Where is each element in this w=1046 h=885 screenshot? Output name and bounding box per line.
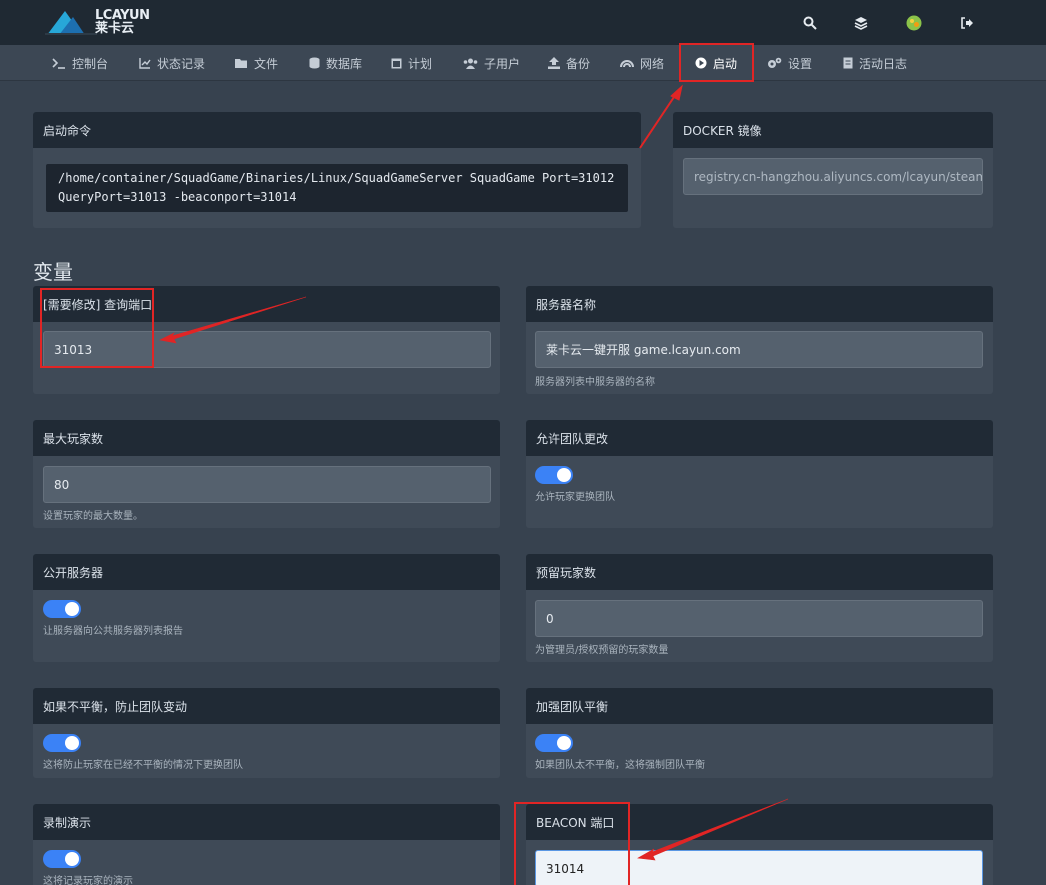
logout-icon[interactable] <box>957 13 977 33</box>
annotation-box-beacon-port <box>514 802 630 885</box>
docker-image-panel: DOCKER 镜像 registry.cn-hangzhou.aliyuncs.… <box>673 112 993 228</box>
max-players-label: 最大玩家数 <box>33 420 500 456</box>
public-server-help: 让服务器向公共服务器列表报告 <box>43 626 183 637</box>
server-name-label: 服务器名称 <box>526 286 993 322</box>
layers-icon[interactable] <box>851 13 871 33</box>
variable-server-name: 服务器名称 莱卡云一键开服 game.lcayun.com 服务器列表中服务器的… <box>526 286 993 394</box>
logo-text-cn: 莱卡云 <box>95 21 135 36</box>
allow-team-change-help: 允许玩家更换团队 <box>535 492 615 503</box>
brand-logo[interactable]: LCAYUN 莱卡云 <box>45 8 150 38</box>
tab-console[interactable]: 控制台 <box>52 45 108 81</box>
allow-team-change-toggle[interactable] <box>535 466 573 484</box>
database-icon <box>309 57 320 69</box>
variables-title: 变量 <box>33 260 73 284</box>
prevent-unbalanced-toggle[interactable] <box>43 734 81 752</box>
folder-icon <box>235 58 247 68</box>
annotation-box-startup-tab <box>679 43 754 82</box>
allow-team-change-label: 允许团队更改 <box>526 420 993 456</box>
tab-network[interactable]: 网络 <box>620 45 664 81</box>
record-demo-toggle[interactable] <box>43 850 81 868</box>
users-icon <box>463 58 478 69</box>
variable-force-balance: 加强团队平衡 如果团队太不平衡，这将强制团队平衡 <box>526 688 993 778</box>
max-players-input[interactable]: 80 <box>43 466 491 503</box>
variable-reserved-players: 预留玩家数 0 为管理员/授权预留的玩家数量 <box>526 554 993 662</box>
docker-image-field[interactable]: registry.cn-hangzhou.aliyuncs.com/lcayun… <box>683 158 983 195</box>
reserved-players-help: 为管理员/授权预留的玩家数量 <box>535 645 669 656</box>
startup-command-panel: 启动命令 /home/container/SquadGame/Binaries/… <box>33 112 641 228</box>
upload-icon <box>548 57 560 69</box>
tab-settings[interactable]: 设置 <box>767 45 812 81</box>
tab-subusers[interactable]: 子用户 <box>463 45 520 81</box>
record-demo-help: 这将记录玩家的演示 <box>43 876 133 885</box>
gears-icon <box>768 57 782 68</box>
search-icon[interactable] <box>800 13 820 33</box>
server-name-input[interactable]: 莱卡云一键开服 game.lcayun.com <box>535 331 983 368</box>
server-name-help: 服务器列表中服务器的名称 <box>535 377 655 388</box>
force-balance-toggle[interactable] <box>535 734 573 752</box>
reserved-players-label: 预留玩家数 <box>526 554 993 590</box>
tab-activity-log[interactable]: 活动日志 <box>843 45 907 81</box>
calendar-icon <box>391 58 402 69</box>
prevent-unbalanced-label: 如果不平衡，防止团队变动 <box>33 688 500 724</box>
variable-allow-team-change: 允许团队更改 允许玩家更换团队 <box>526 420 993 528</box>
user-avatar-icon[interactable] <box>904 13 924 33</box>
variable-max-players: 最大玩家数 80 设置玩家的最大数量。 <box>33 420 500 528</box>
public-server-toggle[interactable] <box>43 600 81 618</box>
record-demo-label: 录制演示 <box>33 804 500 840</box>
log-icon <box>843 57 853 69</box>
tab-files[interactable]: 文件 <box>235 45 278 81</box>
variable-prevent-unbalanced: 如果不平衡，防止团队变动 这将防止玩家在已经不平衡的情况下更换团队 <box>33 688 500 778</box>
logo-mark-icon <box>45 11 97 35</box>
network-icon <box>620 60 634 68</box>
terminal-icon <box>52 58 65 69</box>
tab-schedules[interactable]: 计划 <box>391 45 432 81</box>
public-server-label: 公开服务器 <box>33 554 500 590</box>
server-nav: 控制台 状态记录 文件 数据库 计划 子用户 备份 网络 启动 设置 活动日志 <box>0 45 1046 81</box>
prevent-unbalanced-help: 这将防止玩家在已经不平衡的情况下更换团队 <box>43 760 243 771</box>
force-balance-label: 加强团队平衡 <box>526 688 993 724</box>
variable-record-demo: 录制演示 这将记录玩家的演示 <box>33 804 500 885</box>
arrow-startup-head <box>670 84 683 101</box>
chart-icon <box>139 58 151 69</box>
tab-databases[interactable]: 数据库 <box>309 45 362 81</box>
max-players-help: 设置玩家的最大数量。 <box>43 511 143 522</box>
arrow-startup-line <box>639 93 677 149</box>
startup-command: /home/container/SquadGame/Binaries/Linux… <box>46 164 628 212</box>
annotation-box-query-port <box>40 288 154 368</box>
tab-backups[interactable]: 备份 <box>548 45 590 81</box>
docker-image-title: DOCKER 镜像 <box>673 112 993 148</box>
startup-command-title: 启动命令 <box>33 112 641 148</box>
variable-public-server: 公开服务器 让服务器向公共服务器列表报告 <box>33 554 500 662</box>
reserved-players-input[interactable]: 0 <box>535 600 983 637</box>
force-balance-help: 如果团队太不平衡，这将强制团队平衡 <box>535 760 705 771</box>
tab-stats[interactable]: 状态记录 <box>139 45 205 81</box>
top-bar: LCAYUN 莱卡云 <box>0 0 1046 45</box>
